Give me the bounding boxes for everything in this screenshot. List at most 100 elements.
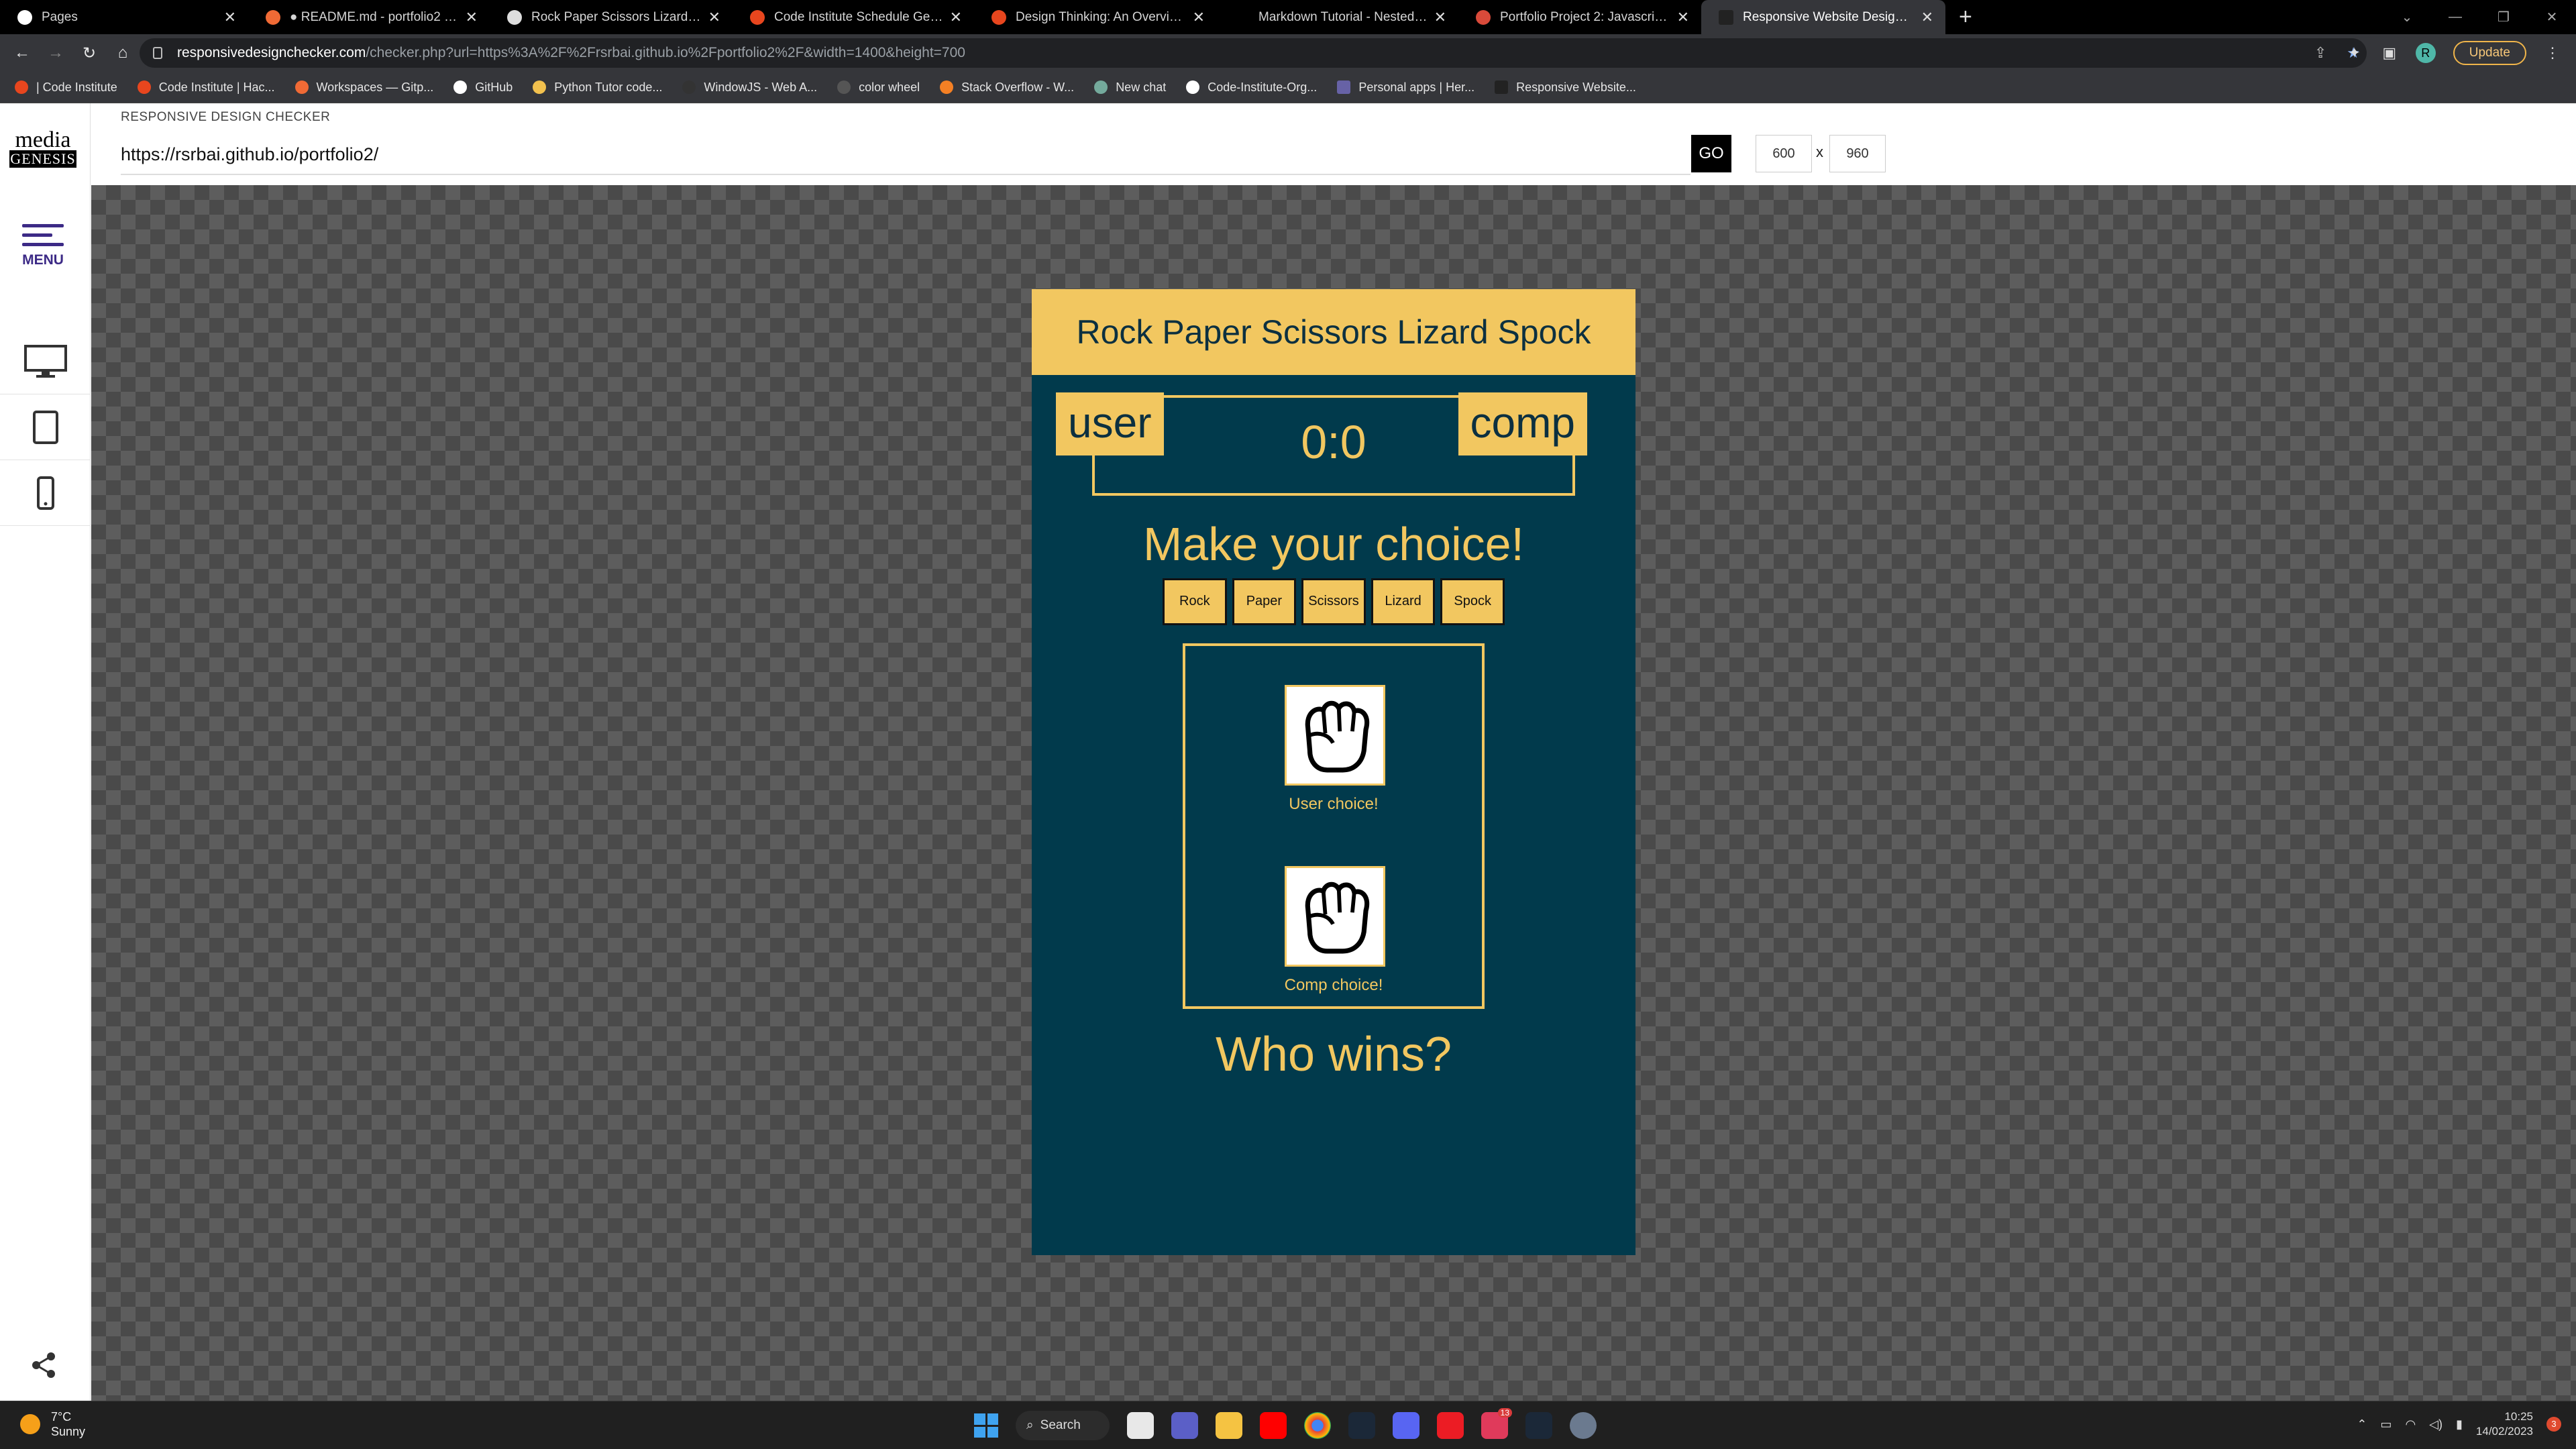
bookmark[interactable]: color wheel: [837, 80, 920, 95]
clock[interactable]: 10:25 14/02/2023: [2476, 1409, 2533, 1439]
share-icon[interactable]: ⇪: [2314, 44, 2326, 62]
extensions-icon[interactable]: ✦: [2346, 44, 2363, 62]
windows-start-icon[interactable]: [974, 1413, 998, 1438]
notification-badge[interactable]: 3: [2546, 1417, 2561, 1432]
volume-icon[interactable]: ◁): [2429, 1417, 2443, 1432]
code-institute-icon: [750, 9, 765, 25]
bookmark[interactable]: New chat: [1094, 80, 1166, 95]
mobile-device-button[interactable]: [0, 460, 91, 526]
comp-fist-icon: [1285, 866, 1385, 967]
settings-icon[interactable]: [1570, 1412, 1597, 1439]
back-button[interactable]: ←: [5, 44, 39, 62]
tab-rpsls[interactable]: Rock Paper Scissors Lizard Spock ✕: [490, 0, 733, 34]
file-explorer-icon[interactable]: [1216, 1412, 1242, 1439]
comp-score-label: comp: [1458, 392, 1587, 455]
bookmark[interactable]: Code-Institute-Org...: [1186, 80, 1317, 95]
task-view-icon[interactable]: [1127, 1412, 1154, 1439]
rock-button[interactable]: Rock: [1163, 578, 1227, 625]
desktop-device-button[interactable]: [0, 329, 91, 394]
battery-icon[interactable]: ▮: [2456, 1417, 2463, 1432]
tab-pages[interactable]: Pages ✕: [0, 0, 248, 34]
bookmark[interactable]: Stack Overflow - W...: [940, 80, 1074, 95]
reload-button[interactable]: ↻: [72, 44, 106, 63]
bookmark[interactable]: GitHub: [453, 80, 513, 95]
checker-url-input[interactable]: https://rsrbai.github.io/portfolio2/: [121, 133, 1690, 175]
teams-icon[interactable]: [1171, 1412, 1198, 1439]
spock-button[interactable]: Spock: [1440, 578, 1505, 625]
steam-icon[interactable]: [1525, 1412, 1552, 1439]
weather-text: Sunny: [51, 1425, 86, 1438]
chevron-up-icon[interactable]: ⌃: [2357, 1417, 2367, 1432]
discord-icon[interactable]: [1393, 1412, 1419, 1439]
tab-title: ● README.md - portfolio2 - Gitp: [290, 9, 459, 24]
tablet-device-button[interactable]: [0, 394, 91, 460]
close-icon[interactable]: ✕: [466, 9, 478, 26]
color-wheel-icon: [837, 80, 851, 94]
close-icon[interactable]: ✕: [950, 9, 962, 26]
tab-responsive[interactable]: Responsive Website Design Testi ✕: [1701, 0, 1945, 34]
share-icon[interactable]: [30, 1351, 58, 1386]
profile-avatar[interactable]: R: [2415, 43, 2436, 63]
sun-icon: [20, 1414, 40, 1434]
youtube-icon[interactable]: [1260, 1412, 1287, 1439]
paper-button[interactable]: Paper: [1232, 578, 1297, 625]
close-icon[interactable]: ✕: [1193, 9, 1205, 26]
more-menu-icon[interactable]: ⋮: [2544, 44, 2561, 62]
display-icon[interactable]: ▭: [2380, 1417, 2392, 1432]
go-button[interactable]: GO: [1691, 135, 1731, 172]
restore-button[interactable]: ❐: [2479, 9, 2528, 25]
wifi-icon[interactable]: ◠: [2405, 1417, 2416, 1432]
result-message: Who wins?: [1215, 1028, 1452, 1081]
tab-schedule[interactable]: Code Institute Schedule Generat ✕: [733, 0, 974, 34]
close-window-button[interactable]: ✕: [2528, 9, 2576, 25]
tab-design-thinking[interactable]: Design Thinking: An Overview | C ✕: [974, 0, 1217, 34]
bookmark[interactable]: Python Tutor code...: [533, 80, 662, 95]
bookmark-label: Workspaces — Gitp...: [316, 80, 434, 94]
tab-search-icon[interactable]: ⌄: [2383, 9, 2431, 25]
date: 14/02/2023: [2475, 1425, 2533, 1438]
close-icon[interactable]: ✕: [224, 9, 236, 26]
minimize-button[interactable]: —: [2431, 9, 2479, 25]
game-frame: Rock Paper Scissors Lizard Spock user 0:…: [1032, 289, 1635, 1255]
close-icon[interactable]: ✕: [1434, 9, 1446, 26]
tablet-icon: [32, 410, 58, 444]
page-icon: [1234, 9, 1249, 25]
home-button[interactable]: ⌂: [106, 44, 140, 62]
taskbar-search[interactable]: ⌕ Search: [1016, 1411, 1110, 1440]
width-input[interactable]: 600: [1756, 135, 1812, 172]
chrome-icon[interactable]: [1304, 1412, 1331, 1439]
tab-markdown[interactable]: Markdown Tutorial - Nested Lists ✕: [1217, 0, 1458, 34]
new-tab-button[interactable]: +: [1959, 4, 1972, 30]
lock-icon[interactable]: [153, 47, 162, 59]
dimension-separator: x: [1816, 144, 1823, 160]
bookmark[interactable]: WindowJS - Web A...: [682, 80, 817, 95]
code-institute-icon: [991, 9, 1006, 25]
close-icon[interactable]: ✕: [708, 9, 720, 26]
bookmark-label: Code Institute | Hac...: [158, 80, 275, 94]
scissors-button[interactable]: Scissors: [1301, 578, 1366, 625]
steam-icon[interactable]: [1348, 1412, 1375, 1439]
bookmark[interactable]: Workspaces — Gitp...: [294, 80, 434, 95]
adobe-icon[interactable]: [1437, 1412, 1464, 1439]
close-icon[interactable]: ✕: [1677, 9, 1689, 26]
bookmark[interactable]: Code Institute | Hac...: [137, 80, 275, 95]
bookmark[interactable]: | Code Institute: [15, 80, 117, 95]
weather-widget[interactable]: 7°C Sunny: [20, 1409, 85, 1439]
tab-readme[interactable]: ● README.md - portfolio2 - Gitp ✕: [248, 0, 490, 34]
tab-title: Responsive Website Design Testi: [1743, 9, 1915, 24]
side-panel-icon[interactable]: ▣: [2381, 44, 2398, 62]
bookmark-label: Personal apps | Her...: [1358, 80, 1475, 94]
height-input[interactable]: 960: [1829, 135, 1886, 172]
bookmark[interactable]: Responsive Website...: [1495, 80, 1636, 95]
update-button[interactable]: Update: [2453, 41, 2526, 65]
app-with-badge-icon[interactable]: 13: [1481, 1408, 1512, 1439]
forward-button[interactable]: →: [39, 44, 72, 62]
desktop-icon: [23, 344, 67, 378]
address-bar[interactable]: responsivedesignchecker.com /checker.php…: [140, 38, 2367, 68]
lizard-button[interactable]: Lizard: [1371, 578, 1436, 625]
media-genesis-logo[interactable]: media GENESIS: [9, 129, 76, 168]
bookmark[interactable]: Personal apps | Her...: [1337, 80, 1474, 95]
menu-button[interactable]: MENU: [16, 224, 70, 268]
tab-portfolio[interactable]: Portfolio Project 2: Javascript Ess ✕: [1458, 0, 1701, 34]
close-icon[interactable]: ✕: [1921, 9, 1933, 26]
